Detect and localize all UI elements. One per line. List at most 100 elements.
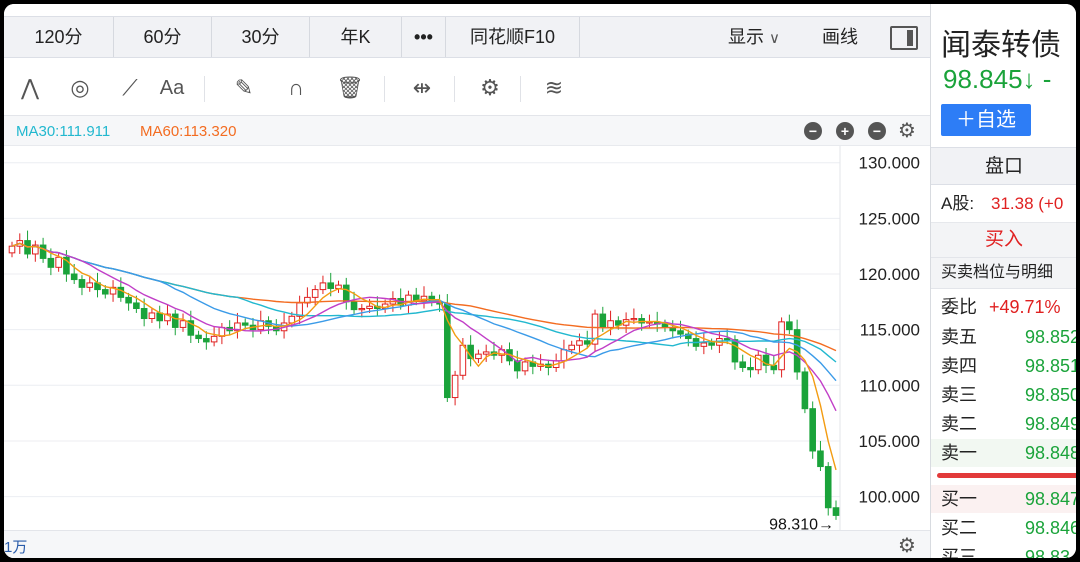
drawing-toolbar: ⋀ ◎ ⟋ Aa ✎ ∩ 🗑 ⇹ ⚙ ≋ [4, 60, 930, 116]
candle-body [451, 374, 459, 399]
last-price-label: 98.310→ [769, 516, 834, 530]
order-level-label: 买二 [941, 518, 977, 538]
y-tick-label: 130.000 [859, 154, 920, 173]
candle-body [117, 286, 125, 298]
candle-body [335, 284, 342, 289]
candle-body [78, 279, 86, 288]
candle-body [568, 344, 575, 351]
bid-row[interactable]: 买二 98.846 [931, 514, 1076, 542]
panel-toggle-icon[interactable] [890, 26, 918, 50]
ratio-value: +49.71% [989, 297, 1061, 317]
candle-body [342, 284, 350, 303]
chevron-down-icon: ∨ [769, 30, 780, 47]
candle-body [140, 308, 148, 320]
volume-bar: 1万 ⚙ [4, 530, 930, 558]
candle-body [241, 322, 249, 326]
quote-panel: 闻泰转债 98.845↓ - ＋自选 盘口 A股: 31.38 (+0 买入 买… [930, 4, 1076, 558]
trash-icon[interactable]: 🗑 [332, 72, 368, 104]
candle-body [708, 342, 715, 346]
order-book-title: 盘口 [931, 147, 1076, 185]
candle-body [801, 371, 809, 410]
ask-row[interactable]: 卖二 98.849 [931, 410, 1076, 438]
candle-body [731, 339, 739, 363]
candle-body [311, 289, 319, 298]
a-share-row[interactable]: A股: 31.38 (+0 [931, 185, 1076, 223]
y-tick-label: 100.000 [859, 488, 920, 507]
volume-label: 1万 [4, 539, 28, 556]
volume-gear-icon[interactable]: ⚙ [898, 533, 916, 558]
y-tick-label: 105.000 [859, 432, 920, 451]
y-tick-label: 125.000 [859, 209, 920, 228]
order-level-price: 98.851 [1025, 356, 1076, 376]
candle-body [444, 303, 451, 399]
a-share-value: 31.38 (+0 [991, 194, 1064, 213]
ask-row[interactable]: 卖三 98.850 [931, 381, 1076, 409]
candle-body [39, 244, 47, 259]
candle-body [148, 312, 156, 320]
tab-120min[interactable]: 120分 [4, 17, 114, 57]
order-book-divider [937, 473, 1076, 478]
candle-body [156, 312, 163, 322]
display-menu[interactable]: 显示 ∨ [728, 17, 780, 57]
settings-gear-icon[interactable]: ⚙ [898, 121, 916, 141]
gear-icon[interactable]: ⚙ [472, 72, 508, 104]
candle-body [778, 321, 785, 371]
order-level-price: 98.850 [1025, 385, 1076, 405]
magnet-icon[interactable]: ∩ [278, 72, 314, 104]
order-level-price: 98.848 [1025, 443, 1076, 463]
candle-body [101, 289, 109, 295]
order-level-label: 卖二 [941, 414, 977, 434]
candle-body [47, 257, 55, 268]
zoom-out-icon[interactable]: − [868, 122, 886, 140]
a-share-label: A股: [941, 194, 975, 213]
candle-body [677, 330, 684, 335]
order-level-label: 买三 [941, 547, 977, 558]
candle-body [576, 340, 583, 346]
candle-body [358, 308, 366, 311]
circle-tool-icon[interactable]: ◎ [62, 72, 98, 104]
bid-row[interactable]: 买一 98.847 [931, 485, 1076, 513]
chart-area: 120分 60分 30分 年K ••• 同花顺F10 显示 ∨ 画线 ⋀ ◎ ⟋ Aa… [4, 4, 930, 558]
candle-body [607, 320, 614, 328]
split-icon[interactable]: ⇹ [404, 72, 440, 104]
order-level-price: 98.849 [1025, 414, 1076, 434]
tab-more[interactable]: ••• [402, 17, 446, 57]
text-tool-icon[interactable]: Aa [154, 72, 190, 104]
layers-icon[interactable]: ≋ [536, 72, 572, 104]
order-level-label: 买一 [941, 489, 977, 509]
draw-line-button[interactable]: 画线 [822, 17, 858, 57]
zoom-in-icon[interactable]: + [836, 122, 854, 140]
add-watchlist-button[interactable]: ＋自选 [941, 104, 1031, 136]
candle-body [521, 361, 529, 372]
candle-body [319, 282, 327, 291]
candle-body [560, 349, 568, 362]
tab-60min[interactable]: 60分 [114, 17, 212, 57]
tab-30min[interactable]: 30分 [212, 17, 310, 57]
ask-row[interactable]: 卖五 98.852 [931, 323, 1076, 351]
kline-chart[interactable]: 130.000 125.000 120.000 115.000 110.000 105.0… [4, 146, 930, 530]
candle-body [459, 344, 467, 376]
order-level-label: 卖一 [941, 443, 977, 463]
bid-row[interactable]: 买三 98.83 [931, 543, 1076, 558]
fib-fan-icon[interactable]: ⟋ [112, 72, 148, 104]
buy-button[interactable]: 买入 [931, 223, 1076, 257]
wave-tool-icon[interactable]: ⋀ [12, 72, 48, 104]
stock-name: 闻泰转债 [941, 29, 1061, 62]
order-detail-tab[interactable]: 买卖档位与明细 [931, 257, 1076, 289]
candle-body [195, 334, 202, 340]
ask-row[interactable]: 卖四 98.851 [931, 352, 1076, 380]
candle-body [86, 282, 94, 288]
candle-body [482, 351, 490, 355]
tab-yearly-k[interactable]: 年K [310, 17, 402, 57]
eraser-icon[interactable]: ✎ [226, 72, 262, 104]
candle-body [832, 507, 840, 516]
order-level-label: 卖五 [941, 327, 977, 347]
ma30-label: MA30:111.911 [16, 123, 111, 140]
stock-price: 98.845↓ - [943, 64, 1052, 94]
tab-f10[interactable]: 同花顺F10 [446, 17, 580, 57]
collapse-icon[interactable]: − [804, 122, 822, 140]
candle-body [700, 342, 708, 347]
ask-row[interactable]: 卖一 98.848 [931, 439, 1076, 467]
ma-legend: MA30:111.911 MA60:113.320 − + − ⚙ [4, 116, 930, 146]
toolbar-separator [384, 76, 385, 102]
